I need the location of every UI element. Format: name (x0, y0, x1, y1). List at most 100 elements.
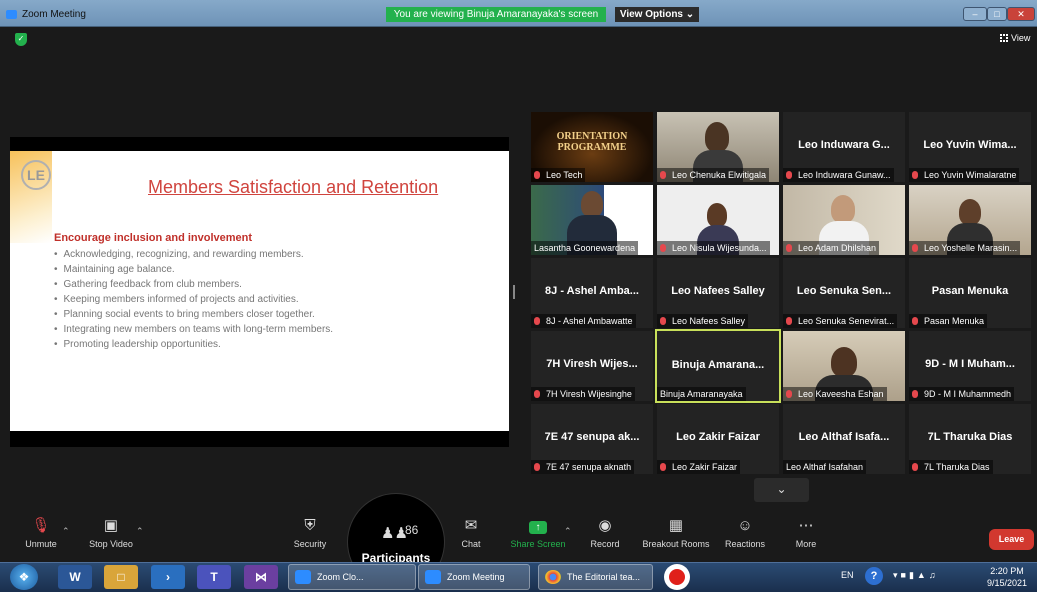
leave-button[interactable]: Leave (989, 529, 1034, 550)
video-tile[interactable]: 9D - M I Muham... 9D - M I Muhammedh (909, 331, 1031, 401)
minimize-button[interactable]: – (963, 7, 987, 21)
leo-club-logo: LE (21, 160, 51, 190)
zoom-window: Zoom Meeting You are viewing Binuja Amar… (0, 0, 1037, 592)
orientation-line: PROGRAMME (557, 142, 627, 153)
windows-start-icon[interactable]: ❖ (10, 564, 38, 590)
more-button[interactable]: ⋯ More (776, 516, 836, 558)
stop-video-button[interactable]: ▣ Stop Video (81, 516, 141, 558)
participant-name: Leo Althaf Isafahan (783, 460, 867, 474)
taskbar-zoom-cloud[interactable]: Zoom Clo... (288, 564, 416, 590)
video-tile[interactable]: Leo Nisula Wijesunda... (657, 185, 779, 255)
video-tile[interactable]: Leo Nafees Salley Leo Nafees Salley (657, 258, 779, 328)
grid-icon (1000, 34, 1008, 42)
record-dot (669, 569, 685, 585)
file-explorer-icon[interactable]: □ (104, 565, 138, 589)
participant-display-name: 9D - M I Muham... (925, 358, 1015, 370)
security-button[interactable]: ⛨ Security (280, 516, 340, 558)
view-layout-button[interactable]: View (1000, 33, 1030, 43)
clock-time: 2:20 PM (990, 566, 1024, 576)
video-options-caret-icon[interactable]: ⌃ (136, 526, 144, 537)
video-tile[interactable]: Leo Zakir Faizar Leo Zakir Faizar (657, 404, 779, 474)
video-tile[interactable]: ORIENTATION PROGRAMME Leo Tech (531, 112, 653, 182)
orientation-line: ORIENTATION (556, 131, 628, 142)
breakout-rooms-icon: ▦ (668, 517, 684, 534)
record-icon: ◉ (598, 517, 612, 534)
maximize-button[interactable]: □ (987, 7, 1007, 21)
muted-mic-icon (912, 171, 918, 179)
taskbar-zoom-meeting[interactable]: Zoom Meeting (418, 564, 530, 590)
share-screen-button[interactable]: ↑ Share Screen (508, 516, 568, 558)
participant-name: Leo Chenuka Elwitigala (657, 168, 770, 182)
participant-name: Leo Kaveesha Eshan (783, 387, 887, 401)
language-indicator[interactable]: EN (841, 570, 854, 580)
chat-bubble-icon: ✉ (464, 517, 478, 534)
participant-display-name: Binuja Amarana... (671, 359, 765, 371)
close-button[interactable]: ✕ (1007, 7, 1035, 21)
chat-button[interactable]: ✉ Chat (441, 516, 501, 558)
video-tile[interactable]: Pasan Menuka Pasan Menuka (909, 258, 1031, 328)
participants-count: 86 (405, 523, 419, 537)
word-app-icon[interactable]: W (58, 565, 92, 589)
person-head (831, 347, 857, 377)
muted-mic-icon (912, 317, 918, 325)
video-tile[interactable]: Leo Kaveesha Eshan (783, 331, 905, 401)
video-tile[interactable]: 7E 47 senupa ak... 7E 47 senupa aknath (531, 404, 653, 474)
zoom-icon (425, 570, 441, 584)
presentation-slide: LE Members Satisfaction and Retention En… (10, 151, 509, 431)
split-view-handle[interactable] (513, 285, 515, 299)
taskbar-clock[interactable]: 2:20 PM 9/15/2021 (982, 565, 1032, 589)
video-tile[interactable]: 7L Tharuka Dias 7L Tharuka Dias (909, 404, 1031, 474)
muted-mic-icon (786, 390, 792, 398)
teams-app-icon[interactable]: T (197, 565, 231, 589)
video-tile[interactable]: 8J - Ashel Amba... 8J - Ashel Ambawatte (531, 258, 653, 328)
participant-display-name: Pasan Menuka (931, 285, 1009, 297)
video-tile[interactable]: Leo Adam Dhilshan (783, 185, 905, 255)
video-tile[interactable]: Leo Senuka Sen... Leo Senuka Senevirat..… (783, 258, 905, 328)
record-button[interactable]: ◉ Record (575, 516, 635, 558)
participant-display-name: Leo Zakir Faizar (676, 431, 760, 443)
person-head (705, 122, 729, 152)
muted-mic-icon (660, 317, 666, 325)
chevron-down-icon[interactable]: ⌄ (754, 478, 809, 502)
share-options-caret-icon[interactable]: ⌃ (564, 526, 572, 537)
video-tile[interactable]: Lasantha Goonewardena (531, 185, 653, 255)
bullet-item: Maintaining age balance. (54, 262, 333, 277)
participant-name: Leo Yuvin Wimalaratne (909, 168, 1020, 182)
video-tile[interactable]: Leo Althaf Isafa... Leo Althaf Isafahan (783, 404, 905, 474)
audio-options-caret-icon[interactable]: ⌃ (62, 526, 70, 537)
participant-name: Leo Senuka Senevirat... (783, 314, 898, 328)
reactions-button[interactable]: ☺ Reactions (715, 516, 775, 558)
participant-display-name: 7L Tharuka Dias (927, 431, 1013, 443)
screen-recorder-icon[interactable] (664, 564, 690, 590)
system-tray-icons[interactable]: ▾■▮▲♫ (893, 570, 939, 581)
muted-mic-icon (912, 244, 918, 252)
video-tile[interactable]: Leo Yoshelle Marasin... (909, 185, 1031, 255)
visual-studio-icon[interactable]: ⋈ (244, 565, 278, 589)
video-tile[interactable]: 7H Viresh Wijes... 7H Viresh Wijesinghe (531, 331, 653, 401)
muted-mic-icon (912, 463, 918, 471)
participant-display-name: 7E 47 senupa ak... (544, 431, 640, 443)
bullet-item: Keeping members informed of projects and… (54, 292, 333, 307)
help-icon[interactable]: ? (865, 567, 883, 585)
video-tile[interactable]: Leo Chenuka Elwitigala (657, 112, 779, 182)
person-head (831, 195, 855, 223)
muted-mic-icon (534, 463, 540, 471)
clock-date: 9/15/2021 (986, 578, 1028, 588)
participant-name: Leo Nisula Wijesunda... (657, 241, 770, 255)
breakout-rooms-button[interactable]: ▦ Breakout Rooms (640, 516, 712, 558)
zoom-icon (295, 570, 311, 584)
powershell-icon[interactable]: › (151, 565, 185, 589)
video-tile[interactable]: Leo Yuvin Wima... Leo Yuvin Wimalaratne (909, 112, 1031, 182)
unmute-button[interactable]: 🎙 Unmute (11, 516, 71, 558)
muted-mic-icon (534, 390, 540, 398)
shield-icon: ⛨ (304, 517, 316, 534)
taskbar-chrome[interactable]: The Editorial tea... (538, 564, 653, 590)
active-speaker-tile[interactable]: Binuja Amarana... Binuja Amaranayaka (655, 329, 781, 403)
view-options-button[interactable]: View Options ⌄ (615, 7, 699, 22)
video-tile[interactable]: Leo Induwara G... Leo Induwara Gunaw... (783, 112, 905, 182)
encryption-shield-icon[interactable]: ✓ (15, 33, 27, 46)
video-camera-icon: ▣ (103, 517, 119, 534)
participant-name: Leo Zakir Faizar (657, 460, 741, 474)
slide-bullets: Acknowledging, recognizing, and rewardin… (54, 247, 334, 352)
participant-display-name: Leo Senuka Sen... (796, 285, 892, 297)
